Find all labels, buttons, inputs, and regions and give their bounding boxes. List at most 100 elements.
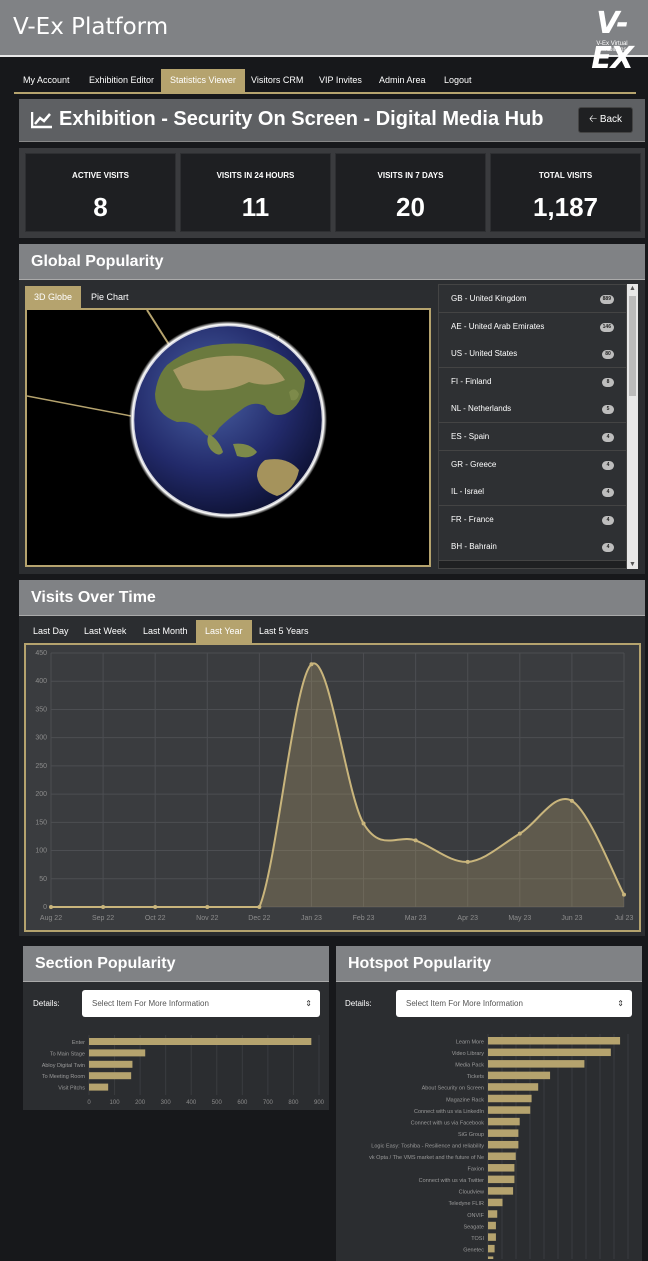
panel-title: Global Popularity	[31, 253, 164, 270]
tab-last-week[interactable]: Last Week	[75, 620, 135, 643]
bar-label: Media Pack	[455, 1063, 484, 1069]
tab-last-day[interactable]: Last Day	[24, 620, 78, 643]
visits-point[interactable]	[153, 905, 158, 909]
stat-card-active: ACTIVE VISITS 8	[25, 153, 176, 232]
visits-point[interactable]	[465, 859, 470, 864]
bar[interactable]	[89, 1083, 109, 1091]
bar[interactable]	[488, 1164, 515, 1172]
section-popularity-panel: Section Popularity Details: Select Item …	[23, 946, 329, 1110]
country-name: GR - Greece	[451, 459, 497, 469]
y-tick-label: 100	[35, 848, 47, 855]
visits-point[interactable]	[257, 905, 262, 909]
tab-last-year[interactable]: Last Year	[196, 620, 252, 643]
visits-area	[51, 663, 624, 907]
visits-point[interactable]	[361, 821, 366, 826]
bar-label: vk Opta / The VMS market and the future …	[369, 1155, 484, 1161]
x-tick-label: 400	[186, 1100, 197, 1106]
select-arrows-icon: ⇕	[617, 999, 624, 1008]
bar[interactable]	[89, 1038, 312, 1045]
bar[interactable]	[488, 1048, 611, 1057]
bar-label: Video Library	[452, 1051, 485, 1057]
bar[interactable]	[488, 1071, 551, 1080]
bar[interactable]	[488, 1244, 495, 1253]
bar[interactable]	[488, 1187, 514, 1195]
country-list-item[interactable]: IL - Israel 4	[439, 478, 626, 507]
bar[interactable]	[488, 1198, 503, 1207]
nav-tab-admin-area[interactable]: Admin Area	[370, 69, 435, 92]
bar[interactable]	[488, 1094, 532, 1103]
bar-label: Teledyne FLIR	[449, 1201, 484, 1207]
x-tick-label: Nov 22	[196, 915, 218, 922]
bar[interactable]	[488, 1117, 520, 1126]
bar[interactable]	[488, 1083, 539, 1091]
country-list-item[interactable]: ES - Spain 4	[439, 423, 626, 451]
scroll-up-icon[interactable]: ▲	[627, 285, 638, 292]
bar[interactable]	[488, 1210, 498, 1218]
bar-label: Connect with us via Facebook	[411, 1120, 485, 1126]
bar[interactable]	[488, 1037, 621, 1045]
country-list-item[interactable]: GR - Greece 4	[439, 450, 626, 479]
visits-point[interactable]	[569, 798, 574, 803]
country-list-item[interactable]: GB - United Kingdom 889	[439, 285, 626, 313]
nav-tab-statistics-viewer[interactable]: Statistics Viewer	[161, 69, 245, 92]
bar[interactable]	[488, 1060, 585, 1068]
bar[interactable]	[488, 1129, 519, 1137]
country-list-item[interactable]: AE - United Arab Emirates 146	[439, 312, 626, 341]
country-list-scrollbar[interactable]: ▲ ▼	[627, 284, 638, 569]
visits-point[interactable]	[205, 905, 210, 909]
visits-point[interactable]	[622, 892, 626, 897]
country-list-item[interactable]: US - United States 80	[439, 340, 626, 369]
scroll-down-icon[interactable]: ▼	[627, 561, 638, 568]
country-list[interactable]: GB - United Kingdom 889 AE - United Arab E…	[438, 284, 627, 569]
tab-last-5-years[interactable]: Last 5 Years	[250, 620, 318, 643]
nav-tab-vip-invites[interactable]: VIP Invites	[310, 69, 371, 92]
bar[interactable]	[89, 1049, 146, 1057]
tab-3d-globe[interactable]: 3D Globe	[25, 286, 82, 309]
bar[interactable]	[488, 1256, 494, 1259]
hotspot-chart-svg: Learn More Video Library Media Pack Tickets…	[369, 1034, 629, 1259]
bar[interactable]	[488, 1175, 515, 1184]
y-tick-label: 350	[35, 706, 47, 713]
x-tick-label: 700	[263, 1100, 274, 1106]
nav-tab-exhibition-editor[interactable]: Exhibition Editor	[80, 69, 163, 92]
visits-point[interactable]	[517, 831, 522, 836]
details-label: Details:	[345, 999, 372, 1008]
bar[interactable]	[89, 1060, 133, 1068]
bar-label: Genetec	[463, 1247, 484, 1253]
bar[interactable]	[488, 1221, 496, 1230]
back-button[interactable]: 🡠 Back	[578, 107, 633, 133]
nav-tab-logout[interactable]: Logout	[435, 69, 481, 92]
visits-point[interactable]	[49, 905, 53, 909]
stat-label: TOTAL VISITS	[538, 171, 593, 180]
scroll-thumb[interactable]	[629, 296, 636, 396]
app-title: V-Ex Platform	[13, 14, 169, 40]
globe-viewer[interactable]	[25, 308, 431, 567]
hotspot-popularity-panel: Hotspot Popularity Details: Select Item …	[336, 946, 642, 1261]
hotspot-select[interactable]: Select Item For More Information ⇕	[396, 990, 632, 1017]
bar[interactable]	[488, 1152, 516, 1161]
bar-label: About Security on Screen	[422, 1086, 484, 1092]
x-tick-label: May 23	[508, 915, 531, 922]
country-list-item[interactable]: FI - Finland 8	[439, 367, 626, 396]
x-tick-label: Sep 22	[92, 915, 114, 922]
bar[interactable]	[488, 1233, 496, 1241]
country-list-item[interactable]: BH - Bahrain 4	[439, 533, 626, 562]
visits-point[interactable]	[101, 905, 106, 909]
bar-label: Abloy Digital Twin	[42, 1063, 85, 1069]
tab-last-month[interactable]: Last Month	[134, 620, 197, 643]
visits-chart-svg: 0 50 100 150 200 250 300 350 400 450 Aug 22 Sep 22 O…	[35, 650, 633, 922]
nav-tab-visitors-crm[interactable]: Visitors CRM	[242, 69, 312, 92]
stat-card-total: TOTAL VISITS 1,187	[490, 153, 641, 232]
bar[interactable]	[488, 1140, 519, 1149]
country-list-item[interactable]: NL - Netherlands 5	[439, 395, 626, 424]
bar[interactable]	[488, 1106, 531, 1114]
tab-pie-chart[interactable]: Pie Chart	[82, 286, 138, 309]
x-tick-label: 900	[314, 1100, 325, 1106]
bar[interactable]	[89, 1072, 132, 1080]
vex-logo: V-EX V-Ex Virtual Exhibitions	[582, 6, 642, 76]
visits-point[interactable]	[413, 838, 418, 843]
nav-tab-my-account[interactable]: My Account	[14, 69, 79, 92]
visits-point[interactable]	[309, 662, 314, 667]
section-select[interactable]: Select Item For More Information ⇕	[82, 990, 320, 1017]
country-list-item[interactable]: FR - France 4	[439, 505, 626, 534]
